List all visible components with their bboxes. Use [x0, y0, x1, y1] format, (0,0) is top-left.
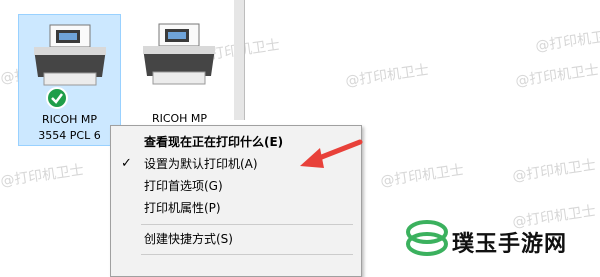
- annotation-arrow-icon: [300, 139, 363, 168]
- printer-icon: [34, 24, 106, 86]
- menu-item-label: 查看现在正在打印什么(E): [144, 135, 284, 149]
- watermark: @打印机卫士: [511, 157, 597, 185]
- menu-item-printing-preferences[interactable]: 打印首选项(G): [111, 175, 361, 197]
- watermark: @打印机卫士: [534, 27, 600, 55]
- menu-item-create-shortcut[interactable]: 创建快捷方式(S): [111, 228, 361, 250]
- watermark: @打印机卫士: [344, 62, 430, 90]
- default-printer-badge-icon: [46, 87, 68, 109]
- check-icon: ✓: [121, 156, 132, 171]
- menu-item-printer-properties[interactable]: 打印机属性(P): [111, 197, 361, 219]
- menu-item-label: 设置为默认打印机(A): [144, 157, 258, 171]
- printer-name-line1: RICOH MP: [151, 112, 208, 125]
- menu-item-label: 创建快捷方式(S): [144, 232, 233, 246]
- menu-separator: [141, 224, 353, 225]
- printer-tile-ricoh-3554[interactable]: RICOH MP 3554 PCL 6: [18, 14, 121, 146]
- menu-item-label: 打印机属性(P): [144, 201, 221, 215]
- menu-separator: [141, 254, 353, 255]
- logo-icon: [406, 220, 448, 256]
- watermark: @打印机卫士: [514, 62, 600, 90]
- divider: [244, 0, 245, 120]
- printer-icon: [143, 23, 215, 85]
- scrollbar-track[interactable]: [234, 0, 244, 120]
- watermark: @打印机卫士: [0, 162, 85, 190]
- menu-item-label: 打印首选项(G): [144, 179, 223, 193]
- printer-name-line1: RICOH MP: [41, 113, 98, 126]
- printer-name-line2: 3554 PCL 6: [38, 129, 101, 142]
- printer-tile-ricoh-2[interactable]: RICOH MP: [128, 14, 231, 126]
- watermark: @打印机卫士: [379, 162, 465, 190]
- logo-text: 璞玉手游网: [452, 232, 568, 257]
